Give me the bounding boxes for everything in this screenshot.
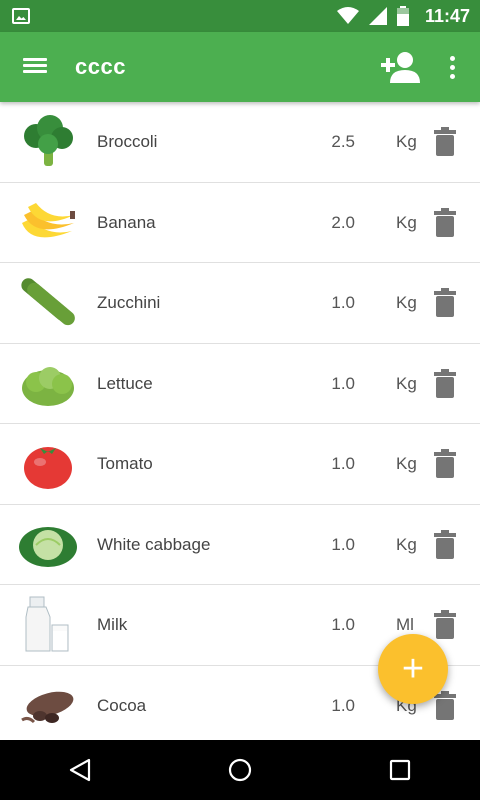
item-quantity: 1.0 [331,615,355,634]
item-unit: Kg [396,293,417,312]
list-item[interactable]: Lettuce 1.0 Kg [0,344,480,424]
delete-icon[interactable] [432,207,458,238]
menu-icon [20,58,50,73]
milk-icon [25,596,69,652]
delete-icon[interactable] [432,368,458,399]
status-bar: 11:47 [0,0,480,32]
item-name: Zucchini [97,293,161,312]
app-bar: cccc [0,32,480,102]
tomato-icon [24,447,72,489]
broccoli-icon [24,115,73,166]
delete-icon[interactable] [432,127,458,157]
list-item[interactable]: Broccoli 2.5 Kg [0,102,480,183]
wifi-icon [336,7,359,24]
list-item[interactable]: Zucchini 1.0 Kg [0,263,480,344]
item-name: Tomato [97,454,153,473]
more-vert-icon [449,55,455,79]
banana-icon [22,202,75,237]
plus-icon: + [401,647,425,690]
add-item-fab[interactable]: + [378,634,448,704]
add-person-icon [381,52,420,83]
recents-button[interactable] [380,750,420,790]
back-button[interactable] [60,750,100,790]
add-user-button[interactable] [378,49,422,85]
item-name: Banana [97,212,156,232]
cabbage-icon [19,526,77,567]
status-time: 11:47 [424,5,470,26]
delete-icon[interactable] [432,449,458,479]
item-unit: Kg [396,132,417,151]
item-quantity: 1.0 [331,293,355,312]
item-quantity: 1.0 [331,373,355,393]
delete-icon[interactable] [432,610,458,640]
list-item[interactable]: Banana 2.0 Kg [0,183,480,263]
page-title: cccc [75,54,126,79]
item-unit: Kg [396,534,417,554]
signal-icon [368,7,387,25]
menu-button[interactable] [20,55,50,79]
system-nav-bar [0,740,480,800]
item-name: White cabbage [97,534,211,554]
list-item[interactable]: White cabbage 1.0 Kg [0,505,480,585]
recents-square-icon [389,759,411,781]
image-notification-icon [12,8,30,24]
lettuce-icon [22,366,74,406]
item-name: Lettuce [97,373,153,393]
item-quantity: 2.0 [331,212,355,232]
item-name: Broccoli [97,132,158,151]
item-quantity: 1.0 [331,695,355,715]
item-name: Cocoa [97,695,147,715]
delete-icon[interactable] [432,529,458,560]
more-options-button[interactable] [440,52,464,82]
item-unit: Kg [396,212,417,232]
item-unit: Ml [396,615,414,634]
zucchini-icon [21,278,75,326]
item-quantity: 2.5 [331,132,355,151]
battery-icon [396,6,409,26]
home-button[interactable] [220,750,260,790]
item-name: Milk [97,615,128,634]
item-quantity: 1.0 [331,534,355,554]
delete-icon[interactable] [432,288,458,318]
item-quantity: 1.0 [331,454,355,473]
list-item[interactable]: Tomato 1.0 Kg [0,424,480,505]
cocoa-icon [21,691,74,723]
back-triangle-icon [69,758,91,782]
item-unit: Kg [396,373,417,393]
item-unit: Kg [396,454,417,473]
home-circle-icon [228,758,252,782]
